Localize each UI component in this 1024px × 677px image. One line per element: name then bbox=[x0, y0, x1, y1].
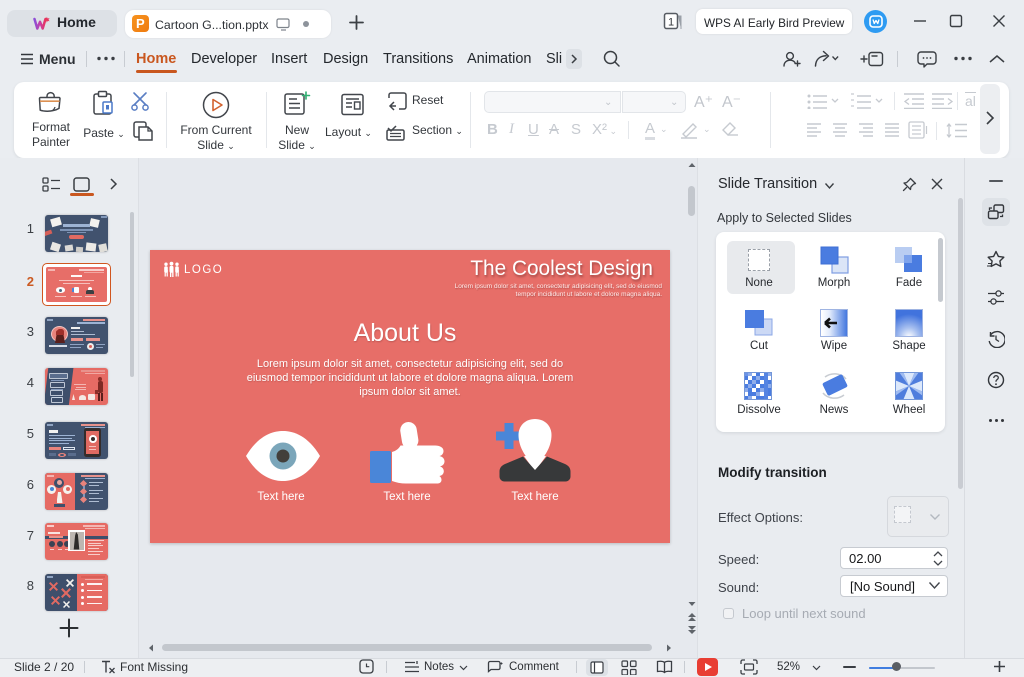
svg-text:1: 1 bbox=[668, 17, 674, 29]
